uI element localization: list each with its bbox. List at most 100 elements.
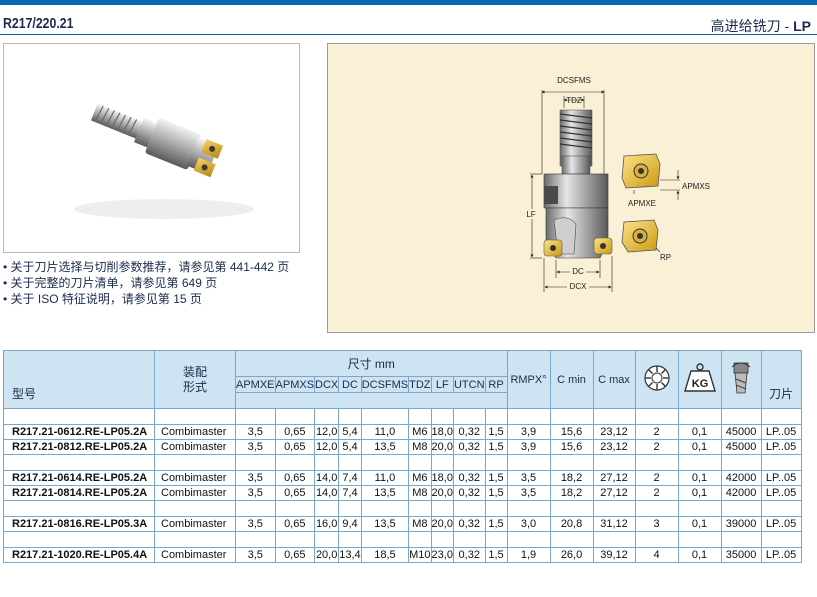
spacer-cell: [274, 500, 316, 517]
cell-insert: LP..05: [760, 470, 802, 486]
spacer-cell: [338, 408, 362, 425]
cell-rpm: 42000: [720, 470, 762, 486]
spacer-cell: [592, 531, 636, 548]
header-spacer: [235, 392, 508, 409]
cell-cmin: 18,2: [549, 485, 594, 501]
spacer-cell: [720, 454, 762, 471]
cell-dc: 5,4: [338, 439, 362, 455]
cell-tdz: M8: [408, 516, 432, 532]
header-teeth: [634, 350, 679, 409]
spacer-cell: [430, 408, 454, 425]
cell-insert: LP..05: [760, 547, 802, 563]
spacer-cell: [592, 408, 636, 425]
spacer-cell: [274, 454, 316, 471]
page-title: 高进给铣刀 - LP: [711, 16, 811, 36]
cell-dcsfms: 13,5: [360, 439, 410, 455]
spacer-cell: [408, 500, 432, 517]
cell-tdz: M6: [408, 424, 432, 440]
spacer-cell: [452, 454, 486, 471]
label-dcsfms: DCSFMS: [557, 76, 591, 85]
cell-utcn: 0,32: [452, 547, 486, 563]
cell-kg: 0,1: [677, 439, 722, 455]
spacer-cell: [154, 408, 236, 425]
cell-utcn: 0,32: [452, 516, 486, 532]
weight-icon-label: KG: [691, 378, 708, 390]
header-rmpx: RMPX°: [506, 350, 551, 409]
spacer-cell: [430, 500, 454, 517]
spacer-cell: [634, 454, 679, 471]
cell-apmxs: 0,65: [274, 516, 316, 532]
cell-lf: 18,0: [430, 470, 454, 486]
cell-tdz: M6: [408, 470, 432, 486]
spacer-cell: [760, 408, 802, 425]
cell-lf: 20,0: [430, 485, 454, 501]
spec-table: 型号 装配 形式 尺寸 mm RMPX° C min C max KG 刀片 A…: [3, 350, 802, 563]
cell-rmpx: 3,9: [506, 439, 551, 455]
cell-dcsfms: 18,5: [360, 547, 410, 563]
spacer-cell: [549, 500, 594, 517]
table-row: R217.21-0814.RE-LP05.2A Combimaster 3,5 0,6…: [3, 485, 802, 501]
cell-rpm: 45000: [720, 439, 762, 455]
header-insert: 刀片: [760, 350, 802, 409]
label-apmxe: APMXE: [628, 199, 656, 208]
group-spacer: [3, 500, 802, 517]
title-lp: LP: [793, 18, 811, 34]
cell-apmxe: 3,5: [235, 516, 276, 532]
spacer-cell: [3, 408, 155, 425]
cell-rp: 1,5: [484, 424, 508, 440]
cell-fit: Combimaster: [154, 439, 236, 455]
cell-dcx: 12,0: [314, 424, 340, 440]
cell-dc: 5,4: [338, 424, 362, 440]
cell-dc: 13,4: [338, 547, 362, 563]
cell-insert: LP..05: [760, 439, 802, 455]
cell-rp: 1,5: [484, 516, 508, 532]
spacer-cell: [760, 531, 802, 548]
cell-insert: LP..05: [760, 424, 802, 440]
header-dc: DC: [338, 376, 362, 393]
cell-lf: 23,0: [430, 547, 454, 563]
spacer-cell: [430, 454, 454, 471]
spacer-cell: [338, 531, 362, 548]
cell-rmpx: 1,9: [506, 547, 551, 563]
cell-rpm: 35000: [720, 547, 762, 563]
cell-rp: 1,5: [484, 470, 508, 486]
cell-apmxs: 0,65: [274, 547, 316, 563]
cell-cmin: 15,6: [549, 424, 594, 440]
spacer-cell: [154, 531, 236, 548]
cell-teeth: 4: [634, 547, 679, 563]
spacer-cell: [677, 454, 722, 471]
spacer-cell: [314, 408, 340, 425]
spacer-cell: [677, 531, 722, 548]
cell-rmpx: 3,5: [506, 485, 551, 501]
spacer-cell: [506, 500, 551, 517]
header-divider: [0, 34, 817, 35]
top-accent-bar: [0, 0, 817, 5]
table-row: R217.21-1020.RE-LP05.4A Combimaster 3,5 0,6…: [3, 547, 802, 563]
cell-rmpx: 3,9: [506, 424, 551, 440]
spacer-cell: [430, 531, 454, 548]
cell-kg: 0,1: [677, 516, 722, 532]
cell-dcx: 12,0: [314, 439, 340, 455]
spacer-cell: [360, 454, 410, 471]
product-code: R217/220.21: [3, 15, 74, 32]
note-item: • 关于刀片选择与切削参数推荐，请参见第 441-442 页: [3, 260, 290, 274]
cell-teeth: 2: [634, 485, 679, 501]
label-apmxs: APMXS: [682, 182, 710, 191]
cell-teeth: 2: [634, 470, 679, 486]
header-cmax: C max: [592, 350, 636, 409]
spacer-cell: [314, 531, 340, 548]
cell-rpm: 42000: [720, 485, 762, 501]
cell-cmax: 31,12: [592, 516, 636, 532]
cell-kg: 0,1: [677, 547, 722, 563]
header-apmxe: APMXE: [235, 376, 276, 393]
cell-tdz: M8: [408, 439, 432, 455]
table-header: 型号 装配 形式 尺寸 mm RMPX° C min C max KG 刀片 A…: [3, 350, 802, 409]
cell-insert: LP..05: [760, 516, 802, 532]
cell-cmax: 27,12: [592, 470, 636, 486]
cell-kg: 0,1: [677, 485, 722, 501]
spacer-cell: [274, 531, 316, 548]
table-row: R217.21-0614.RE-LP05.2A Combimaster 3,5 0,6…: [3, 470, 802, 486]
header-dimensions: 尺寸 mm: [235, 350, 508, 377]
spacer-cell: [452, 500, 486, 517]
label-dc: DC: [572, 267, 584, 276]
